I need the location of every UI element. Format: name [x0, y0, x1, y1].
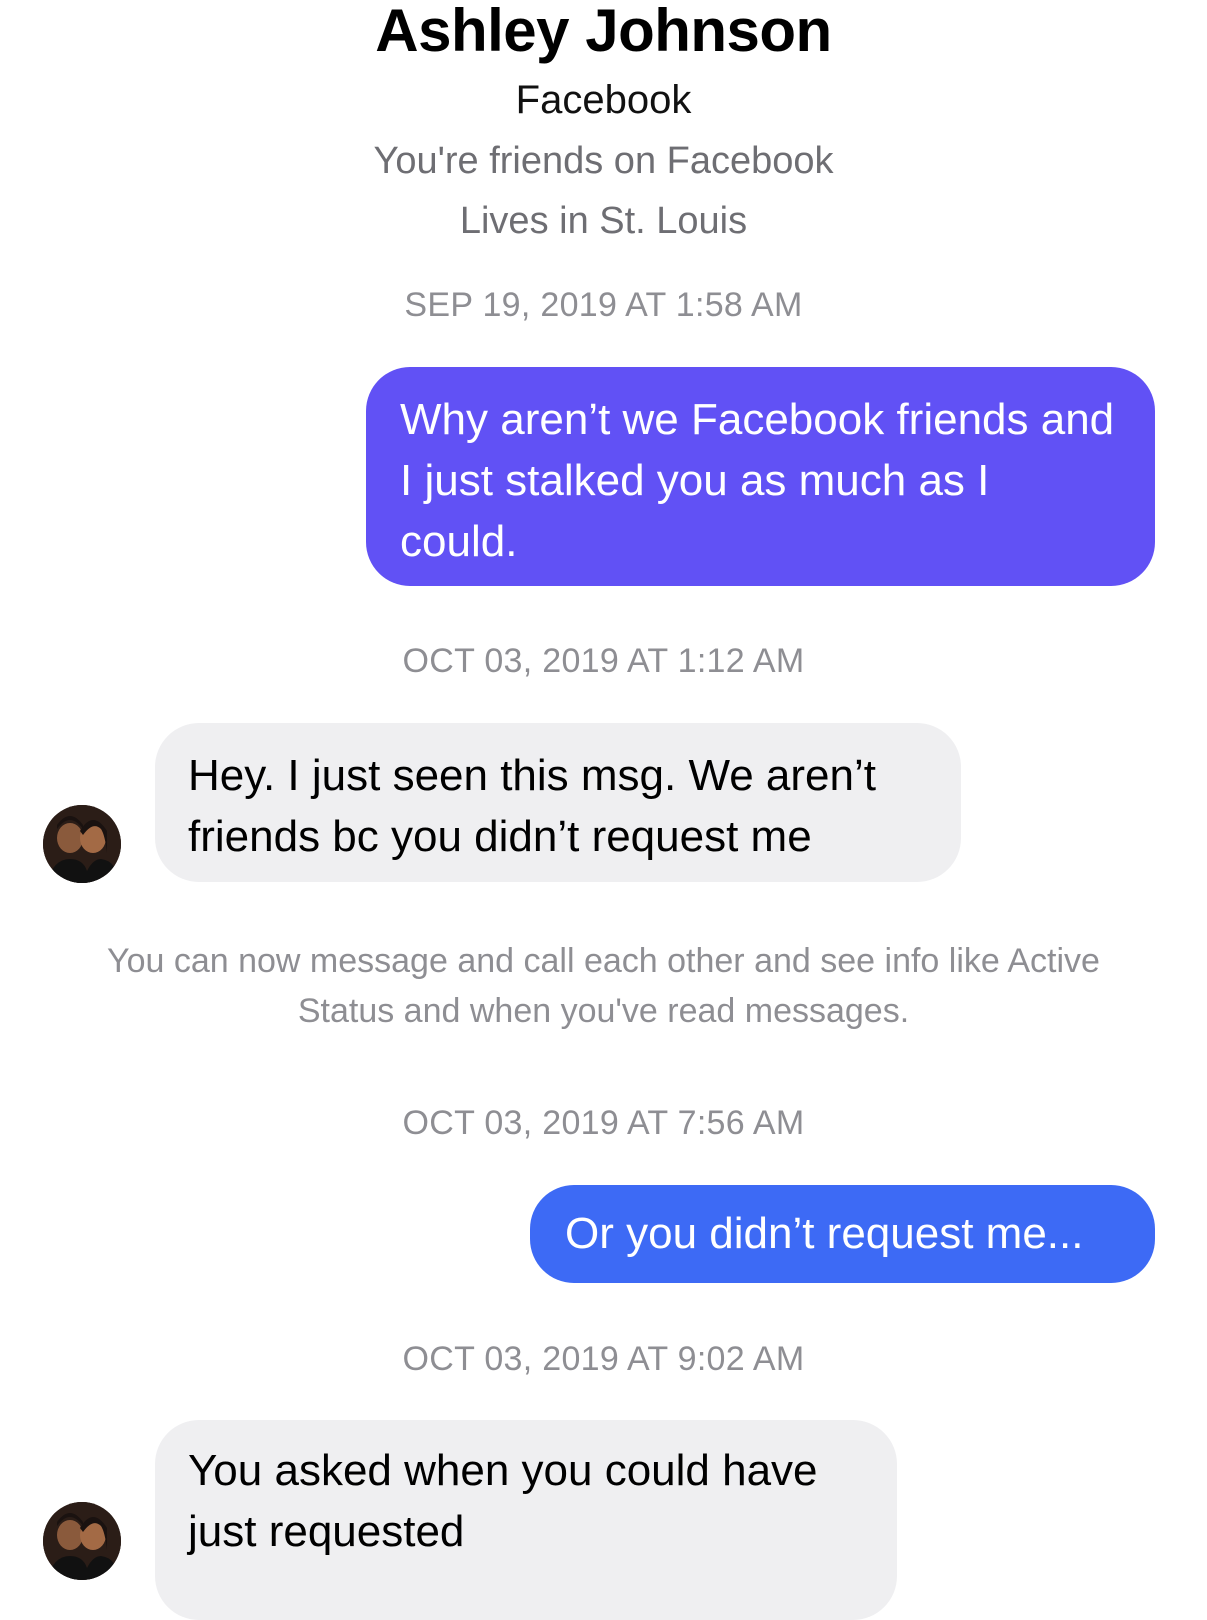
avatar-photo — [43, 1502, 121, 1580]
outgoing-message-bubble[interactable]: Or you didn’t request me... — [530, 1185, 1155, 1283]
connection-system-note: You can now message and call each other … — [107, 942, 1100, 1030]
message-timestamp: OCT 03, 2019 AT 1:12 AM — [402, 642, 805, 680]
outgoing-message-bubble[interactable]: Why aren’t we Facebook friends and I jus… — [366, 367, 1155, 586]
friend-status: You're friends on Facebook — [373, 140, 834, 182]
message-timestamp: SEP 19, 2019 AT 1:58 AM — [404, 286, 803, 324]
message-timestamp: OCT 03, 2019 AT 9:02 AM — [402, 1340, 805, 1378]
contact-source: Facebook — [515, 78, 692, 122]
contact-avatar-icon[interactable] — [43, 1502, 121, 1580]
contact-name[interactable]: Ashley Johnson — [0, 0, 1207, 65]
incoming-message-bubble[interactable]: Hey. I just seen this msg. We aren’t fri… — [155, 723, 961, 882]
avatar-photo — [43, 805, 121, 883]
message-timestamp: OCT 03, 2019 AT 7:56 AM — [402, 1104, 805, 1142]
contact-avatar-icon[interactable] — [43, 805, 121, 883]
contact-location: Lives in St. Louis — [459, 200, 748, 242]
incoming-message-bubble[interactable]: You asked when you could have just reque… — [155, 1420, 897, 1620]
